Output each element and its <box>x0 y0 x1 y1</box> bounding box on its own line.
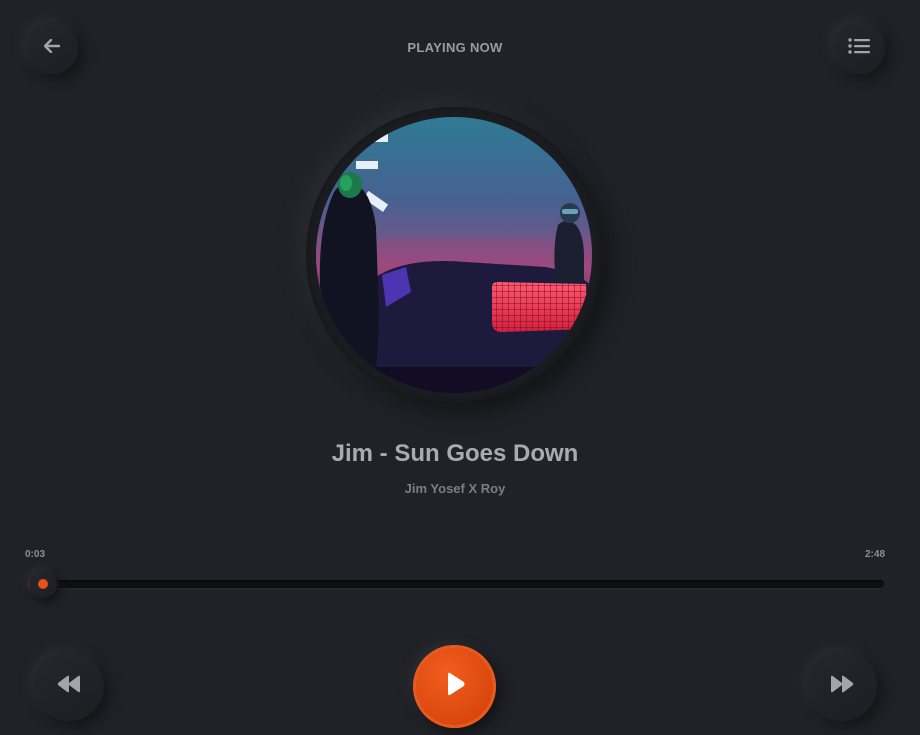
fast-forward-icon <box>830 675 854 698</box>
total-time: 2:48 <box>864 549 885 560</box>
music-player: PLAYING NOW Jim - Sun Goes Down Jim Yose… <box>0 0 920 735</box>
rewind-icon <box>57 675 81 698</box>
song-title: Jim - Sun Goes Down <box>331 440 579 467</box>
elapsed-time: 0:03 <box>25 549 46 560</box>
song-artist: Jim Yosef X Roy <box>404 481 506 496</box>
progress-handle[interactable] <box>29 570 58 598</box>
list-icon <box>848 37 870 59</box>
previous-track-button[interactable] <box>34 651 104 721</box>
page-title: PLAYING NOW <box>407 40 503 55</box>
album-art <box>316 117 592 393</box>
next-track-button[interactable] <box>807 651 877 721</box>
progress-bar[interactable] <box>28 570 884 598</box>
play-icon <box>444 672 466 701</box>
play-button[interactable] <box>413 645 496 728</box>
progress-handle-dot <box>38 579 49 589</box>
playlist-button[interactable] <box>833 22 885 74</box>
